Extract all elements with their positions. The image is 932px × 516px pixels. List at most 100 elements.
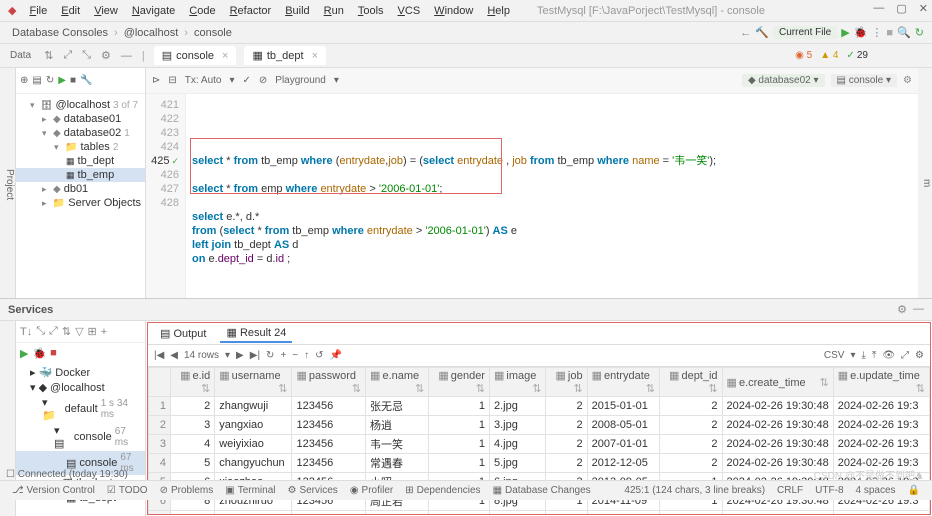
menu-code[interactable]: Code <box>182 5 222 17</box>
result-tab[interactable]: ▦ Result 24 <box>220 324 292 343</box>
menu-window[interactable]: Window <box>427 5 480 17</box>
sort-icon[interactable]: T↓ <box>20 326 32 338</box>
expand-icon[interactable]: ⤢ <box>60 49 75 62</box>
sb-lf[interactable]: CRLF <box>771 485 809 496</box>
svc-host[interactable]: ▾ ◆ @localhost <box>16 380 145 395</box>
close-tab-icon[interactable]: × <box>222 50 228 62</box>
svc-default[interactable]: ▾ 📁 default 1 s 34 ms <box>16 395 145 423</box>
del-row-icon[interactable]: − <box>292 350 298 361</box>
tree-tbemp[interactable]: tb_emp <box>16 168 145 182</box>
sb-problems[interactable]: ⊘ Problems <box>154 485 220 496</box>
funnel-icon[interactable]: ▽ <box>75 325 83 338</box>
menu-tools[interactable]: Tools <box>351 5 391 17</box>
collapse-icon[interactable]: ⤢ <box>49 325 58 338</box>
hammer-icon[interactable]: 🔨 <box>755 26 769 39</box>
prev-icon[interactable]: ◀ <box>170 350 178 361</box>
minimize-icon[interactable]: — <box>913 303 924 316</box>
tree-db3[interactable]: ▸◆db01 <box>16 182 145 196</box>
project-tab[interactable]: Project <box>4 169 15 200</box>
close-icon[interactable]: ✕ <box>919 2 928 15</box>
svc-docker[interactable]: ▸ 🐳 Docker <box>16 365 145 380</box>
revert-icon[interactable]: ↺ <box>315 350 323 361</box>
back-icon[interactable]: ← <box>740 27 751 39</box>
run-icon[interactable]: ▶ <box>841 26 849 39</box>
breadcrumb-item[interactable]: @localhost <box>120 27 183 39</box>
execute-icon[interactable]: ⊳ <box>152 75 160 86</box>
tree-root[interactable]: ▾@localhost 3 of 7 <box>16 98 145 112</box>
last-icon[interactable]: ▶| <box>250 350 260 361</box>
code-editor[interactable]: select * from tb_emp where (entrydate,jo… <box>186 68 918 298</box>
sb-todo[interactable]: ☑ TODO <box>101 485 154 496</box>
import-icon[interactable]: ⤒ <box>872 350 876 361</box>
first-icon[interactable]: |◀ <box>154 350 164 361</box>
run-icon[interactable]: ▶ <box>58 75 66 86</box>
menu-vcs[interactable]: VCS <box>391 5 428 17</box>
tab-console[interactable]: ▤ console × <box>154 46 237 65</box>
gear-icon[interactable]: ⚙ <box>897 303 907 316</box>
sb-services[interactable]: ⚙ Services <box>281 485 343 496</box>
tree-tables[interactable]: ▾📁tables 2 <box>16 140 145 154</box>
sb-profiler[interactable]: ◉ Profiler <box>344 485 399 496</box>
refresh-icon[interactable]: ↻ <box>266 350 274 361</box>
search-icon[interactable]: 🔍 <box>897 26 911 39</box>
gear-icon[interactable]: ⚙ <box>98 49 114 62</box>
csv-export[interactable]: CSV <box>824 350 845 361</box>
run-icon[interactable]: ▶ <box>20 347 28 360</box>
minus-icon[interactable]: — <box>118 50 135 62</box>
sb-spaces[interactable]: 4 spaces <box>850 485 902 496</box>
sb-version[interactable]: ⎇ Version Control <box>6 485 101 496</box>
menu-navigate[interactable]: Navigate <box>125 5 182 17</box>
error-badge[interactable]: ◉ 5 <box>795 50 812 61</box>
expand-icon[interactable]: ⤢ <box>901 350 909 361</box>
debug-icon[interactable]: 🐞 <box>32 347 46 360</box>
tab-tbdept[interactable]: ▦ tb_dept × <box>244 46 326 65</box>
minimize-icon[interactable]: — <box>873 2 884 15</box>
view-icon[interactable]: 👁 <box>882 350 895 361</box>
sb-deps[interactable]: ⊞ Dependencies <box>399 485 486 496</box>
add-row-icon[interactable]: + <box>280 350 286 361</box>
menu-run[interactable]: Run <box>317 5 351 17</box>
tree-db1[interactable]: ▸◆database01 <box>16 112 145 126</box>
stop-icon[interactable]: ■ <box>70 75 76 86</box>
filter-icon[interactable]: ⇅ <box>62 325 71 338</box>
ok-badge[interactable]: 29 <box>846 50 868 61</box>
close-tab-icon[interactable]: × <box>312 50 318 62</box>
more-icon[interactable]: ⊞ <box>88 325 97 338</box>
filter-icon[interactable]: ⇅ <box>41 49 56 62</box>
stop-icon[interactable]: ■ <box>50 347 57 359</box>
warn-badge[interactable]: ▲ 4 <box>820 50 838 61</box>
tree-tbdept[interactable]: tb_dept <box>16 154 145 168</box>
maximize-icon[interactable]: ▢ <box>896 2 906 15</box>
explain-icon[interactable]: ⊟ <box>168 75 176 86</box>
menu-view[interactable]: View <box>87 5 125 17</box>
refresh-icon[interactable]: ⊕ <box>20 75 28 86</box>
filter-icon[interactable]: ▤ <box>32 75 41 86</box>
pin-icon[interactable]: 📌 <box>330 350 342 361</box>
next-icon[interactable]: ▶ <box>236 350 244 361</box>
collapse-icon[interactable]: ⤡ <box>79 49 94 62</box>
sync-icon[interactable]: ↻ <box>915 26 924 39</box>
debug-icon[interactable]: 🐞 <box>854 26 868 39</box>
sync-icon[interactable]: ↻ <box>46 75 54 86</box>
more-icon[interactable]: ⋮ <box>871 26 882 39</box>
maven-tab[interactable]: m <box>921 179 932 187</box>
wrench-icon[interactable]: 🔧 <box>80 75 92 86</box>
sb-lock-icon[interactable]: 🔒 <box>902 485 926 496</box>
export-icon[interactable]: ⤓ <box>861 350 865 361</box>
menu-file[interactable]: File <box>22 5 54 17</box>
svc-console[interactable]: ▾ ▤ console 67 ms <box>16 423 145 451</box>
stop-icon[interactable]: ■ <box>886 27 893 39</box>
gear-icon[interactable]: ⚙ <box>915 350 924 361</box>
run-config[interactable]: Current File <box>773 26 837 39</box>
breadcrumb-item[interactable]: Database Consoles <box>8 27 112 39</box>
output-tab[interactable]: ▤ Output <box>154 325 212 342</box>
commit-icon[interactable]: ↑ <box>304 350 309 361</box>
add-icon[interactable]: + <box>101 326 107 338</box>
tree-db2[interactable]: ▾◆database02 1 <box>16 126 145 140</box>
menu-help[interactable]: Help <box>480 5 517 17</box>
menu-edit[interactable]: Edit <box>54 5 87 17</box>
sb-dbchanges[interactable]: ▦ Database Changes <box>487 485 597 496</box>
sb-enc[interactable]: UTF-8 <box>809 485 849 496</box>
breadcrumb-item[interactable]: console <box>190 27 236 39</box>
tree-server[interactable]: ▸📁Server Objects <box>16 196 145 210</box>
